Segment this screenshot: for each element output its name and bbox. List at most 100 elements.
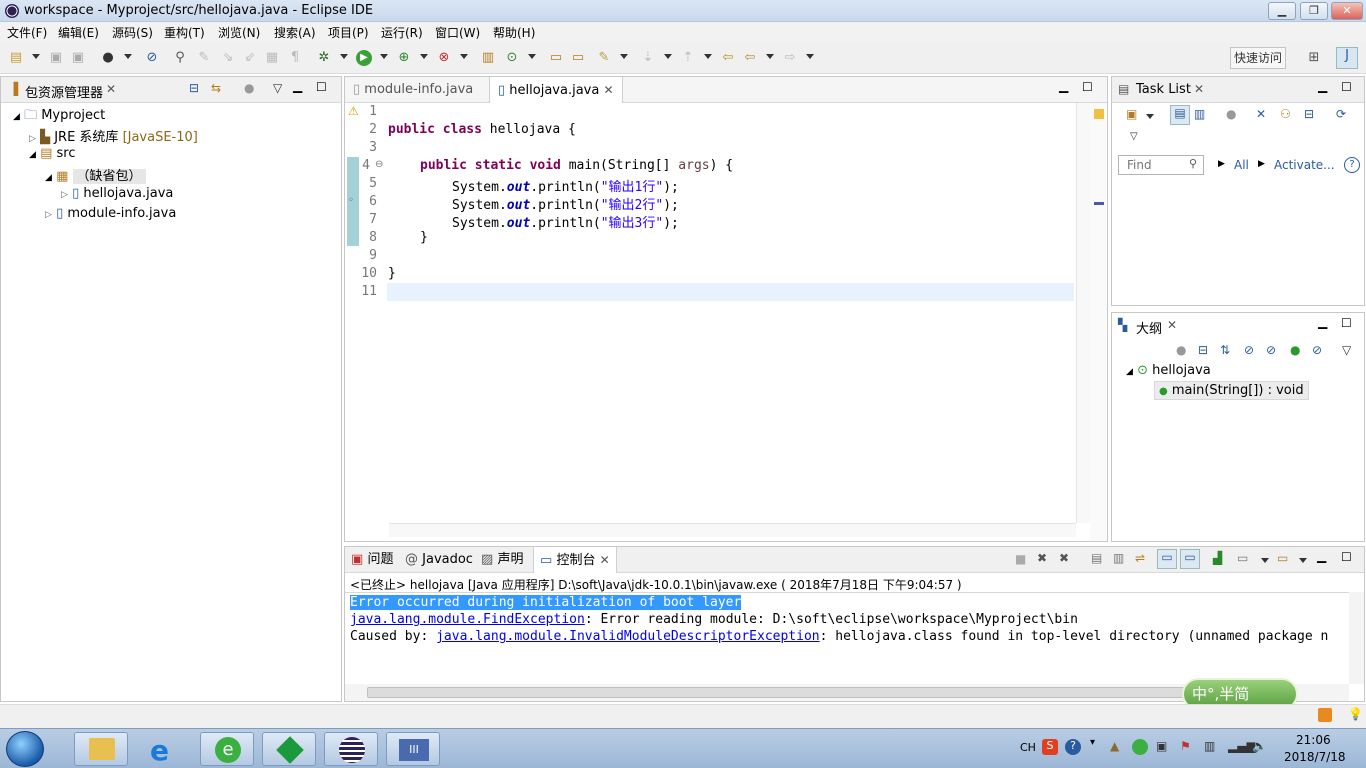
profile-icon[interactable]: ● — [100, 50, 116, 66]
menu-project[interactable]: 项目(P) — [328, 24, 369, 41]
minimize-view-icon[interactable]: ▁ — [1318, 79, 1327, 93]
ime-lang[interactable]: CH — [1020, 741, 1036, 754]
terminate-icon[interactable]: ■ — [1015, 552, 1026, 566]
categorized-icon[interactable]: ▤ — [1170, 105, 1190, 125]
outline-title[interactable]: 大纲 — [1136, 318, 1162, 337]
code-line-6[interactable]: System.out.println("输出2行"); — [452, 194, 679, 213]
scroll-lock-icon[interactable]: ▥ — [1113, 551, 1124, 565]
tip-icon[interactable]: 💡 — [1348, 707, 1363, 721]
package-explorer-title[interactable]: 包资源管理器 — [25, 82, 103, 101]
pin-console-icon[interactable]: ▟ — [1213, 551, 1222, 565]
maximize-view-icon[interactable]: ☐ — [1082, 80, 1093, 94]
collapse-all-icon[interactable]: ⊟ — [1304, 107, 1314, 121]
link-editor-icon[interactable]: ⇆ — [211, 81, 221, 95]
new-icon[interactable]: ▤ — [8, 50, 24, 66]
open-type-icon[interactable]: ▭ — [548, 50, 564, 66]
minimize-button[interactable]: ▁ — [1268, 2, 1296, 20]
prev-annotation-icon[interactable]: ⇙ — [242, 50, 258, 66]
close-tab-icon[interactable]: ✕ — [600, 553, 610, 567]
editor-horizontal-scrollbar[interactable] — [389, 523, 1076, 537]
code-line-5[interactable]: System.out.println("输出1行"); — [452, 176, 679, 195]
tree-item-module-info[interactable]: ▷ ▯ module-info.java — [45, 206, 176, 221]
scrollbar-thumb[interactable] — [367, 687, 1187, 698]
focus-icon[interactable]: ● — [244, 81, 254, 95]
hide-local-types-icon[interactable]: ⊘ — [1312, 343, 1322, 357]
sync-icon[interactable]: ⚇ — [1280, 107, 1291, 121]
taskbar-app[interactable] — [262, 732, 316, 766]
show-whitespace-icon[interactable]: ▦ — [264, 50, 280, 66]
menu-run[interactable]: 运行(R) — [381, 24, 423, 41]
sort-icon[interactable]: ⇅ — [1220, 343, 1230, 357]
tray-app-icon[interactable]: ▲ — [1110, 739, 1119, 753]
clock-date[interactable]: 2018/7/18 — [1284, 750, 1346, 764]
maximize-view-icon[interactable]: ☐ — [1341, 550, 1352, 564]
show-on-stderr-icon[interactable]: ▭ — [1180, 549, 1200, 569]
tree-item-hellojava[interactable]: ▷ ▯ hellojava.java — [61, 186, 173, 201]
run-icon[interactable]: ▶ — [356, 50, 372, 66]
outline-method-item[interactable]: ● main(String[]) : void — [1154, 381, 1309, 400]
hide-fields-icon[interactable]: ⊘ — [1244, 343, 1254, 357]
tray-security-icon[interactable] — [1132, 739, 1148, 755]
menu-navigate[interactable]: 浏览(N) — [218, 24, 260, 41]
clock-time[interactable]: 21:06 — [1296, 733, 1331, 747]
close-tab-icon[interactable]: ✕ — [603, 83, 613, 97]
sync-changed-icon[interactable]: ⟳ — [1336, 107, 1346, 121]
external-tools-icon[interactable]: ⊗ — [436, 50, 452, 66]
close-view-icon[interactable]: ✕ — [1167, 318, 1177, 332]
menu-source[interactable]: 源码(S) — [112, 24, 153, 41]
maximize-view-icon[interactable]: ☐ — [1341, 316, 1352, 330]
search-tool-icon[interactable]: ✎ — [596, 50, 612, 66]
code-line-2[interactable]: public class hellojava { — [388, 122, 576, 137]
java-perspective-icon[interactable]: J — [1336, 47, 1358, 69]
menu-window[interactable]: 窗口(W) — [435, 24, 480, 41]
hide-completed-icon[interactable]: ✕ — [1256, 107, 1266, 121]
minimize-view-icon[interactable]: ▁ — [293, 79, 302, 93]
new-task-icon[interactable]: ▣ — [1126, 107, 1137, 121]
maximize-view-icon[interactable]: ☐ — [1341, 80, 1352, 94]
tree-item-src[interactable]: ◢ ▤ src — [29, 146, 75, 161]
back-icon[interactable]: ⇦ — [742, 50, 758, 66]
code-line-7[interactable]: System.out.println("输出3行"); — [452, 212, 679, 231]
all-link[interactable]: All — [1234, 158, 1249, 172]
taskbar-ie[interactable]: e — [138, 732, 192, 767]
close-button[interactable]: ✕ — [1331, 2, 1363, 20]
tray-expand-icon[interactable]: ▾ — [1090, 737, 1095, 748]
start-button[interactable] — [6, 731, 44, 767]
collapse-all-icon[interactable]: ⊟ — [1198, 343, 1208, 357]
taskbar-tool[interactable]: III — [386, 732, 440, 766]
minimize-view-icon[interactable]: ▁ — [1059, 79, 1068, 93]
tab-problems[interactable]: ▣ 问题 — [351, 547, 393, 573]
minimize-view-icon[interactable]: ▁ — [1318, 315, 1327, 329]
quick-access-field[interactable]: 快速访问 — [1230, 47, 1286, 69]
taskbar-eclipse[interactable] — [324, 732, 378, 766]
view-menu-icon[interactable]: ▽ — [1342, 343, 1351, 357]
focus-icon[interactable]: ● — [1226, 107, 1236, 121]
word-wrap-icon[interactable]: ⇌ — [1135, 551, 1145, 565]
scheduled-icon[interactable]: ▥ — [1194, 107, 1205, 121]
save-icon[interactable]: ▣ — [48, 50, 64, 66]
tray-device-icon[interactable]: ▥ — [1204, 739, 1215, 753]
taskbar-explorer[interactable] — [74, 732, 128, 766]
maximize-button[interactable]: ❐ — [1300, 2, 1328, 20]
open-perspective-icon[interactable]: ⊞ — [1306, 50, 1322, 66]
tray-flag-icon[interactable]: ⚑ — [1180, 739, 1191, 753]
tree-item-project[interactable]: ◢ 🗀 Myproject — [13, 106, 105, 128]
menu-file[interactable]: 文件(F) — [7, 24, 47, 41]
toggle-mark-icon[interactable]: ⚲ — [172, 50, 188, 66]
new-java-class-icon[interactable]: ⊙ — [504, 50, 520, 66]
close-view-icon[interactable]: ✕ — [1194, 82, 1204, 96]
menu-edit[interactable]: 编辑(E) — [58, 24, 99, 41]
rss-icon[interactable] — [1318, 708, 1332, 722]
code-line-10[interactable]: } — [388, 266, 396, 281]
focus-icon[interactable]: ● — [1176, 343, 1186, 357]
activate-link[interactable]: Activate... — [1274, 158, 1335, 172]
debug-icon[interactable]: ✲ — [316, 50, 332, 66]
remove-launch-icon[interactable]: ✖ — [1037, 551, 1047, 565]
menu-search[interactable]: 搜索(A) — [274, 24, 316, 41]
exception-link[interactable]: java.lang.module.InvalidModuleDescriptor… — [436, 629, 820, 644]
tree-item-default-package[interactable]: ◢ ▦ （缺省包） — [45, 165, 146, 184]
tray-display-icon[interactable]: ▣ — [1156, 739, 1167, 753]
show-on-stdout-icon[interactable]: ▭ — [1157, 549, 1177, 569]
tab-module-info[interactable]: ▯ module-info.java — [353, 77, 473, 103]
remove-all-launches-icon[interactable]: ✖ — [1059, 551, 1069, 565]
